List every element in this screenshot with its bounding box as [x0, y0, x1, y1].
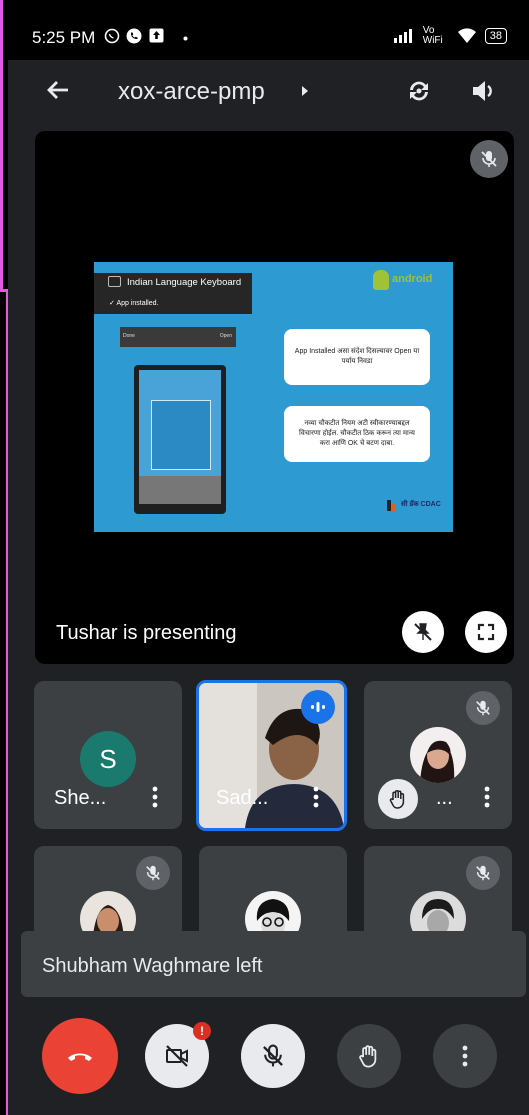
- raised-hand-indicator: [376, 777, 420, 821]
- mute-indicator: [466, 691, 500, 725]
- raise-hand-button[interactable]: [337, 1024, 401, 1088]
- more-vert-icon[interactable]: [304, 784, 328, 810]
- back-arrow-icon[interactable]: [44, 76, 72, 104]
- android-logo-icon: [373, 270, 389, 290]
- dialog-done: Done: [123, 333, 135, 339]
- audio-level-icon: [311, 702, 325, 712]
- presenter-label: Tushar is presenting: [56, 622, 237, 644]
- keyboard-title: Indian Language Keyboard: [127, 277, 242, 288]
- fullscreen-icon: [477, 623, 495, 641]
- logo-bar: [392, 504, 396, 511]
- stage-mute-indicator: [470, 140, 508, 178]
- dot-icon: [183, 36, 188, 41]
- participant-tile[interactable]: S She...: [34, 681, 182, 829]
- raised-hand-icon: [389, 790, 405, 809]
- network-label: Vo WiFi: [422, 25, 443, 46]
- battery-icon: 38: [484, 28, 507, 44]
- mic-off-icon: [476, 700, 490, 716]
- cdac-logo-text: सी डॅक CDAC: [401, 501, 441, 508]
- presentation-stage[interactable]: Indian Language Keyboard ✓ App installed…: [35, 131, 514, 664]
- phone-screenshot: [134, 365, 226, 514]
- call-icon: [126, 28, 142, 44]
- participant-name: She...: [54, 787, 107, 809]
- logo-bar: [387, 500, 391, 511]
- mute-indicator: [466, 856, 500, 890]
- android-label: android: [392, 273, 433, 285]
- participant-name: Sad...: [216, 787, 269, 809]
- keyboard-icon: [108, 276, 121, 287]
- phone-dialog: [151, 400, 211, 470]
- meet-screen: 5:25 PM Vo WiFi 38 xox-arce-pmp Indian L…: [8, 0, 529, 1115]
- status-indicators: Vo WiFi 38: [393, 26, 507, 46]
- switch-camera-icon[interactable]: [404, 76, 434, 106]
- keyboard-app-header: Indian Language Keyboard ✓ App installed…: [94, 273, 252, 314]
- mute-indicator: [136, 856, 170, 890]
- upload-icon: [149, 28, 164, 43]
- mic-off-icon: [263, 1044, 283, 1067]
- raise-hand-icon: [359, 1045, 377, 1068]
- slide-callout-open: App Installed असा संदेश दिसल्यावर Open य…: [284, 329, 430, 385]
- slide-callout-ok: नव्या चौकटीत नियम अटी स्वीकारण्याबद्दल व…: [284, 406, 430, 462]
- meeting-header: xox-arce-pmp: [8, 60, 529, 122]
- end-call-icon: [68, 1053, 92, 1061]
- signal-icon: [393, 29, 412, 43]
- phone-keyboard: [139, 476, 221, 504]
- speaking-indicator: [301, 690, 335, 724]
- wifi-icon: [457, 28, 476, 43]
- mic-off-icon: [476, 865, 490, 881]
- camera-toggle-button[interactable]: !: [145, 1022, 211, 1088]
- status-time: 5:25 PM: [32, 28, 96, 47]
- whatsapp-icon: [104, 28, 120, 44]
- more-vert-icon[interactable]: [143, 784, 167, 810]
- mic-toggle-button[interactable]: [241, 1024, 305, 1088]
- app-installed-text: ✓ App installed.: [109, 300, 159, 307]
- app-installed-label: App installed.: [116, 300, 159, 307]
- participant-tile[interactable]: ...: [364, 681, 512, 829]
- end-call-button[interactable]: [42, 1018, 118, 1094]
- more-vert-icon: [462, 1045, 468, 1067]
- more-options-button[interactable]: [433, 1024, 497, 1088]
- unpin-icon: [414, 623, 432, 641]
- notification-toast: Shubham Waghmare left: [21, 931, 526, 997]
- frame-line-left: [0, 0, 3, 292]
- mic-off-icon: [481, 151, 497, 167]
- install-dialog: Done Open: [120, 327, 236, 347]
- camera-off-icon: [166, 1045, 188, 1067]
- alert-badge: !: [193, 1022, 211, 1040]
- avatar-letter: S: [80, 731, 136, 787]
- speaker-icon[interactable]: [468, 76, 498, 106]
- mic-off-icon: [146, 865, 160, 881]
- participant-tile-active[interactable]: Sad...: [196, 680, 347, 831]
- fullscreen-button[interactable]: [465, 611, 507, 653]
- more-vert-icon[interactable]: [475, 784, 499, 810]
- meeting-code[interactable]: xox-arce-pmp: [118, 78, 265, 106]
- phone-screen: [139, 370, 221, 476]
- toast-message: Shubham Waghmare left: [42, 955, 263, 977]
- participant-name: ...: [436, 787, 453, 809]
- status-bar: 5:25 PM Vo WiFi 38: [8, 0, 529, 60]
- shared-slide: Indian Language Keyboard ✓ App installed…: [94, 262, 453, 532]
- unpin-button[interactable]: [402, 611, 444, 653]
- dialog-open: Open: [219, 333, 232, 339]
- caret-right-icon[interactable]: [300, 84, 310, 98]
- participant-avatar: [410, 727, 466, 783]
